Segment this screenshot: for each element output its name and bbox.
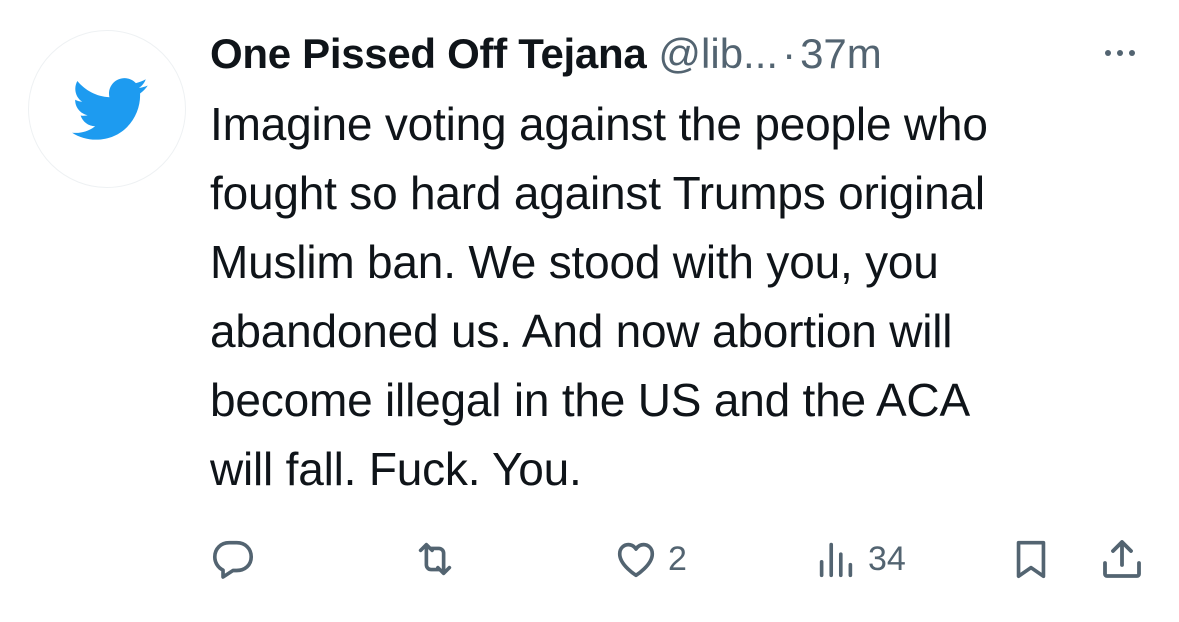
views-count: 34 [868, 539, 906, 578]
avatar[interactable] [28, 30, 186, 188]
separator-dot: · [782, 30, 797, 77]
tweet-header: One Pissed Off Tejana @lib... · 37m [210, 28, 882, 80]
reply-button[interactable] [210, 534, 256, 584]
retweet-icon [418, 542, 452, 576]
views-icon [819, 542, 853, 578]
more-options-button[interactable] [1090, 36, 1150, 70]
twitter-bird-icon [72, 78, 148, 140]
more-dot-icon [1105, 50, 1111, 56]
reply-icon [212, 540, 254, 579]
timestamp[interactable]: 37m [800, 28, 882, 80]
more-dot-icon [1117, 50, 1123, 56]
bookmark-button[interactable] [1008, 534, 1054, 584]
bookmark-icon [1016, 540, 1046, 579]
more-dot-icon [1129, 50, 1135, 56]
retweet-button[interactable] [410, 534, 460, 584]
tweet-text: Imagine voting against the people who fo… [210, 98, 988, 495]
like-count: 2 [668, 539, 687, 578]
like-button[interactable]: 2 [612, 534, 687, 584]
heart-icon [617, 542, 655, 578]
views-button[interactable]: 34 [812, 534, 906, 584]
action-bar: 2 34 [0, 534, 1179, 584]
display-name[interactable]: One Pissed Off Tejana [210, 28, 647, 80]
share-button[interactable] [1098, 534, 1146, 584]
user-handle[interactable]: @lib... [658, 28, 778, 80]
share-icon [1103, 540, 1141, 578]
